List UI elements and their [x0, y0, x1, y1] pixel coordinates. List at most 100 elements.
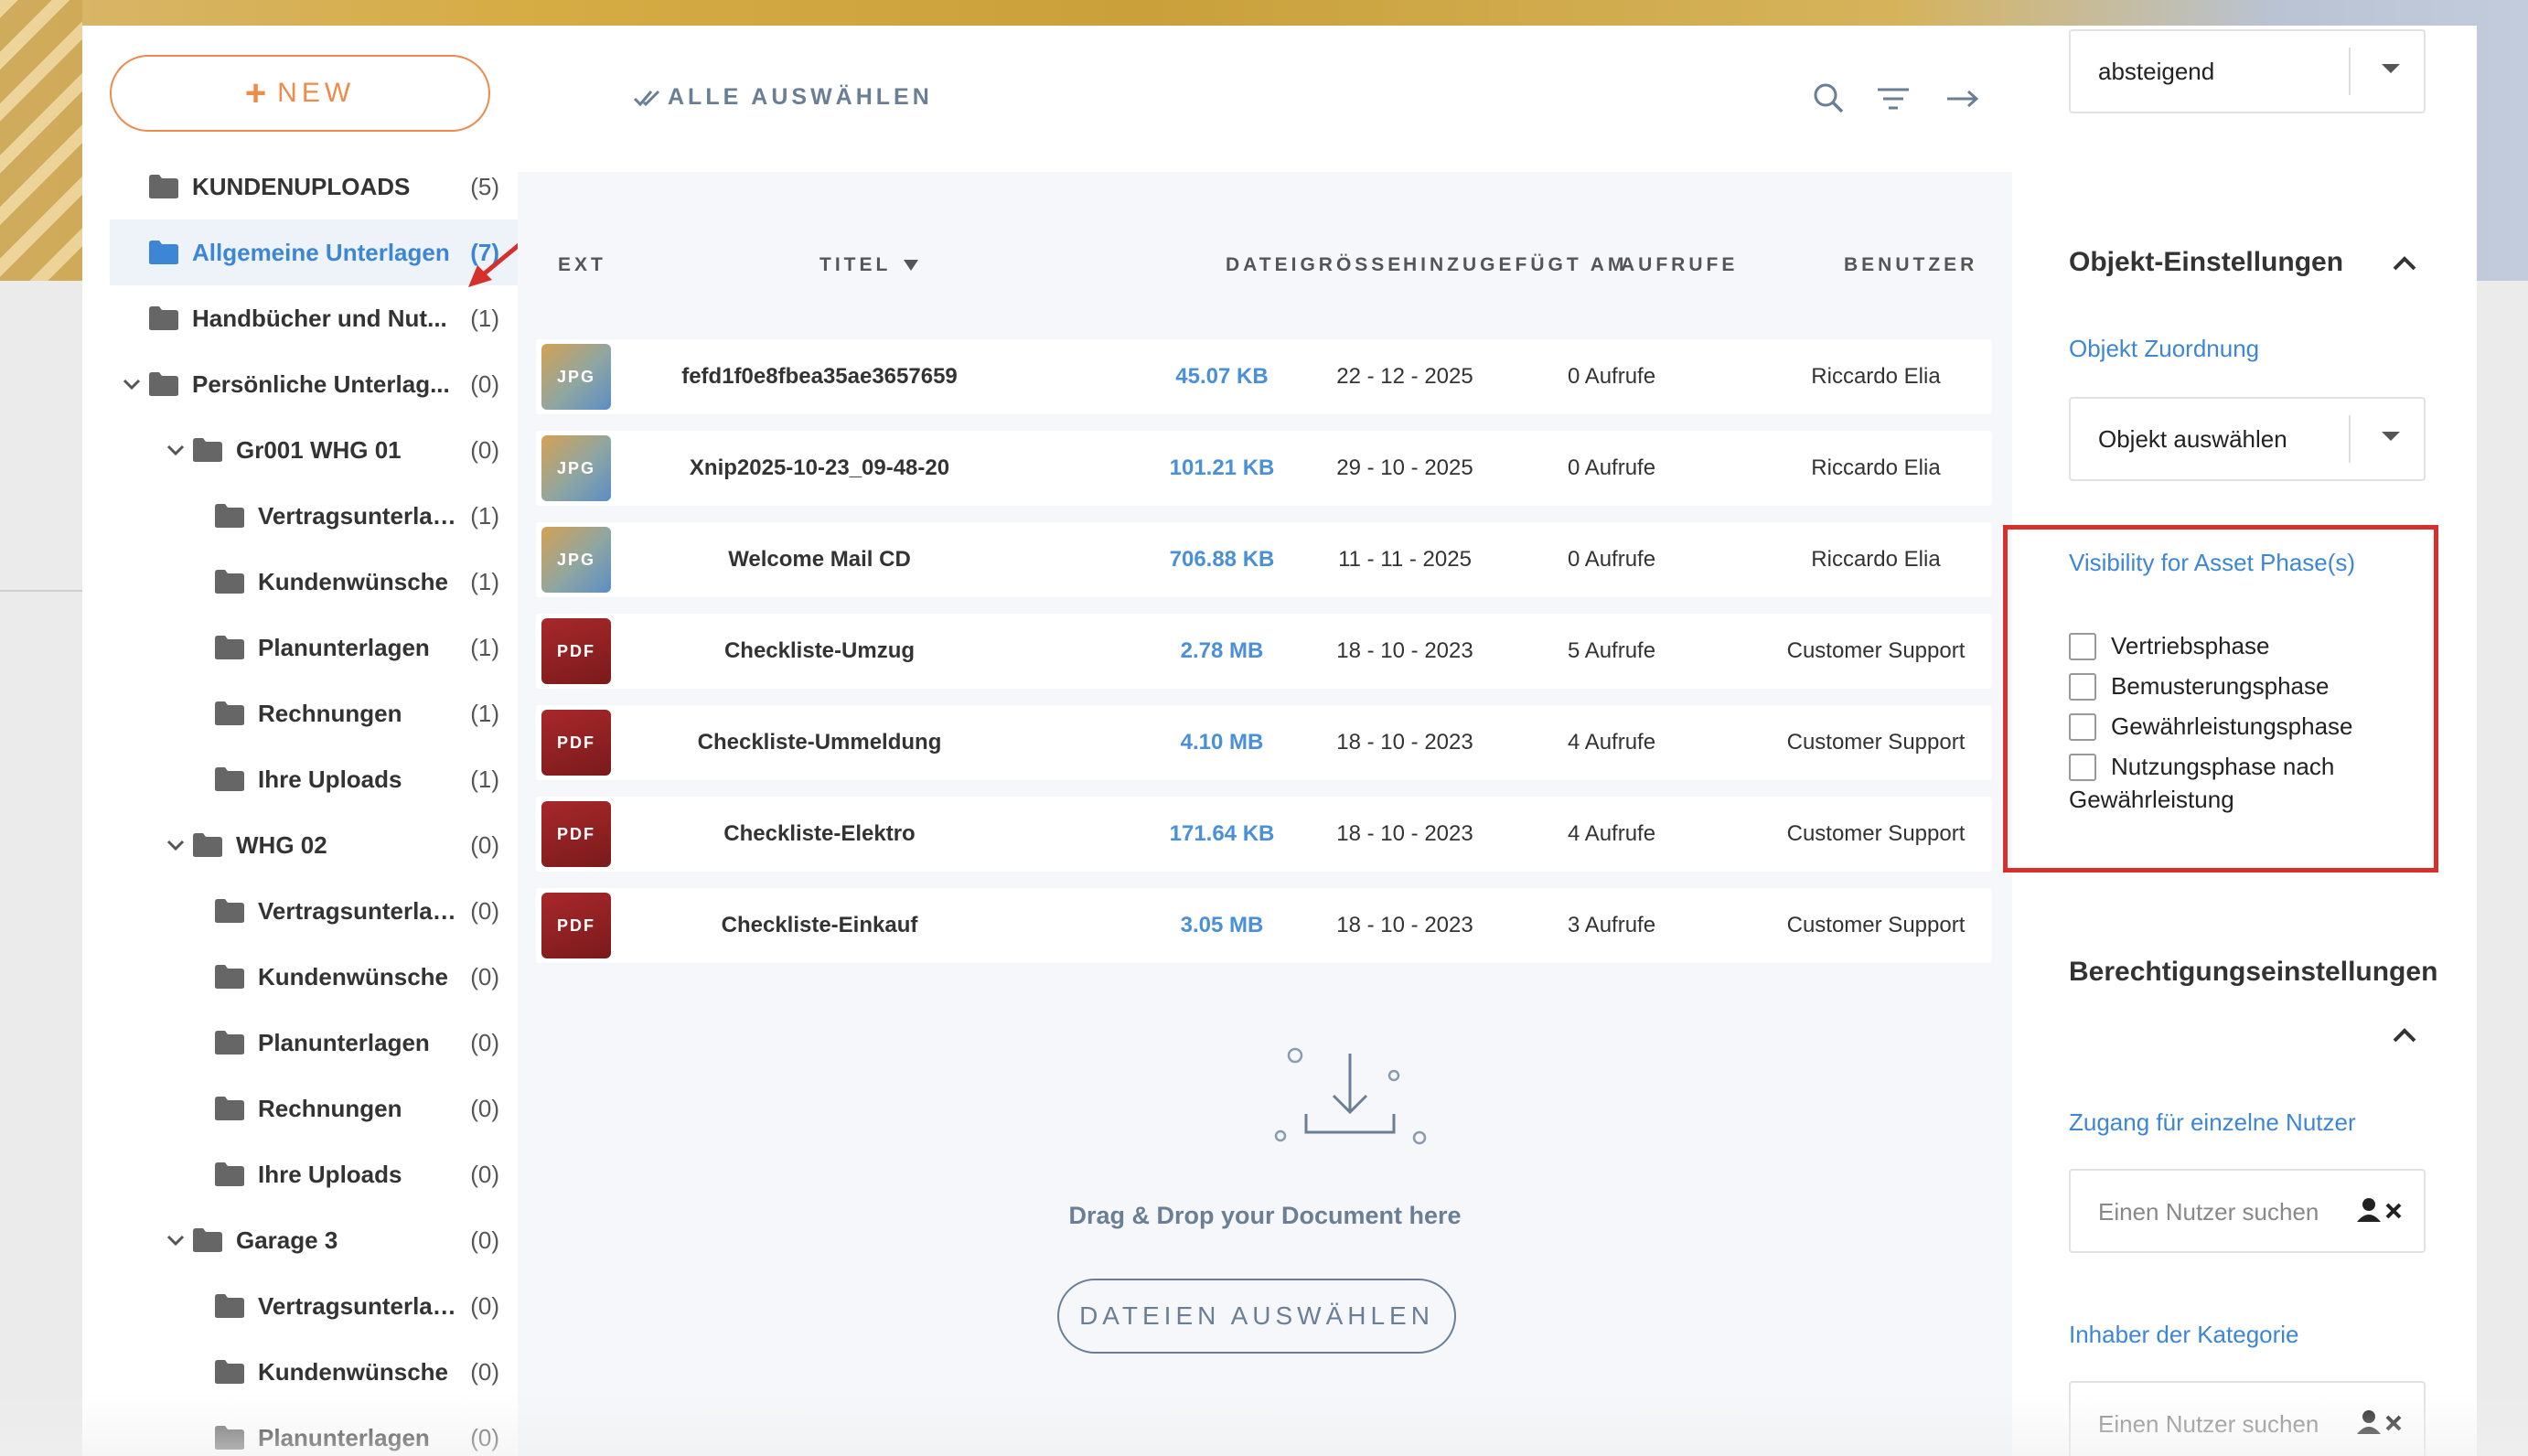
search-icon[interactable] — [1811, 80, 1848, 117]
column-header-user: BENUTZER — [1844, 254, 1978, 275]
table-row[interactable]: PDF Checkliste-Elektro 171.64 KB 18 - 10 - … — [536, 797, 1992, 872]
file-title[interactable]: Checkliste-Elektro — [637, 797, 1002, 872]
chevron-up-icon[interactable] — [2391, 1026, 2418, 1044]
dropdown-separator — [2349, 415, 2351, 463]
select-all-button[interactable]: ALLE AUSWÄHLEN — [633, 84, 933, 111]
folder-icon — [214, 964, 245, 990]
file-added-date: 11 - 11 - 2025 — [1338, 547, 1472, 572]
file-size: 101.21 KB — [1169, 455, 1275, 480]
table-row[interactable]: PDF Checkliste-Ummeldung 4.10 MB 18 - 10 - … — [536, 705, 1992, 780]
sidebar-folder-label: Planunterlagen — [258, 1423, 430, 1451]
sidebar-folder-item[interactable]: Vertragsunterlag... (1) — [110, 483, 518, 549]
chevron-up-icon[interactable] — [2391, 254, 2418, 273]
file-added-date: 18 - 10 - 2023 — [1336, 913, 1473, 937]
visibility-highlight-box — [2003, 525, 2438, 873]
user-search-box — [2069, 1169, 2426, 1253]
sidebar-folder-item[interactable]: WHG 02 (0) — [110, 812, 518, 878]
arrow-right-icon[interactable] — [1944, 80, 1981, 117]
sidebar-folder-count: (0) — [470, 1357, 499, 1386]
file-added-date: 18 - 10 - 2023 — [1336, 638, 1473, 663]
sidebar-folder-count: (0) — [470, 1423, 499, 1451]
sidebar-folder-item[interactable]: Planunterlagen (0) — [110, 1010, 518, 1076]
table-row[interactable]: JPG Xnip2025-10-23_09-48-20 101.21 KB 29 - … — [536, 431, 1992, 506]
sidebar-folder-item[interactable]: Allgemeine Unterlagen (7) — [110, 219, 518, 285]
sidebar-folder-item[interactable]: Ihre Uploads (1) — [110, 746, 518, 812]
folder-icon — [214, 1030, 245, 1055]
file-title[interactable]: Xnip2025-10-23_09-48-20 — [637, 431, 1002, 506]
sidebar-folder-count: (0) — [470, 1160, 499, 1188]
sidebar-folder-item[interactable]: Gr001 WHG 01 (0) — [110, 417, 518, 483]
file-user: Riccardo Elia — [1811, 364, 1941, 389]
chevron-down-icon[interactable] — [165, 439, 187, 461]
file-size: 4.10 MB — [1180, 730, 1264, 755]
file-size: 45.07 KB — [1175, 364, 1269, 389]
sidebar-folder-item[interactable]: Planunterlagen (1) — [110, 615, 518, 680]
sidebar-folder-item[interactable]: Rechnungen (1) — [110, 680, 518, 746]
new-button[interactable]: + NEW — [110, 55, 490, 132]
sidebar-folder-item[interactable]: Rechnungen (0) — [110, 1076, 518, 1141]
sidebar-folder-count: (0) — [470, 962, 499, 990]
folder-icon — [192, 437, 223, 463]
sidebar-folder-item[interactable]: Planunterlagen (0) — [110, 1405, 518, 1456]
file-title[interactable]: fefd1f0e8fbea35ae3657659 — [637, 339, 1002, 414]
file-size: 171.64 KB — [1169, 821, 1275, 846]
user-remove-icon[interactable] — [2354, 1408, 2405, 1438]
table-row[interactable]: JPG fefd1f0e8fbea35ae3657659 45.07 KB 22 - … — [536, 339, 1992, 414]
file-type-badge: PDF — [541, 801, 611, 867]
plus-icon: + — [244, 72, 267, 113]
filter-icon[interactable] — [1875, 80, 1912, 117]
file-added-date: 18 - 10 - 2023 — [1336, 730, 1473, 755]
file-user: Riccardo Elia — [1811, 455, 1941, 480]
folder-icon — [214, 898, 245, 924]
sidebar-folder-item[interactable]: Garage 3 (0) — [110, 1207, 518, 1273]
table-row[interactable]: PDF Checkliste-Einkauf 3.05 MB 18 - 10 - 20… — [536, 888, 1992, 963]
select-files-button[interactable]: DATEIEN AUSWÄHLEN — [1057, 1279, 1456, 1354]
folder-icon — [214, 635, 245, 660]
owner-search-input[interactable] — [2098, 1403, 2345, 1445]
file-type-badge: JPG — [541, 435, 611, 501]
sidebar-folder-item[interactable]: Kundenwünsche (0) — [110, 1339, 518, 1405]
folder-icon — [214, 1359, 245, 1385]
column-header-title[interactable]: TITEL — [819, 254, 919, 276]
sidebar-folder-count: (0) — [470, 1094, 499, 1122]
sidebar-folder-count: (1) — [470, 633, 499, 661]
sidebar-folder-label: Garage 3 — [236, 1226, 338, 1254]
chevron-down-icon[interactable] — [165, 834, 187, 856]
sidebar-folder-item[interactable]: Kundenwünsche (1) — [110, 549, 518, 615]
sidebar-folder-item[interactable]: Vertragsunterlag... (0) — [110, 878, 518, 944]
file-views: 3 Aufrufe — [1568, 913, 1656, 937]
file-title[interactable]: Checkliste-Einkauf — [637, 888, 1002, 963]
file-views: 4 Aufrufe — [1568, 821, 1656, 846]
file-title[interactable]: Checkliste-Ummeldung — [637, 705, 1002, 780]
dropdown-separator — [2349, 48, 2351, 95]
sidebar-folder-item[interactable]: Persönliche Unterlag... (0) — [110, 351, 518, 417]
folder-icon — [148, 305, 179, 331]
file-views: 4 Aufrufe — [1568, 730, 1656, 755]
object-select-value: Objekt auswählen — [2098, 424, 2287, 453]
sidebar-folder-label: Ihre Uploads — [258, 765, 402, 793]
table-row[interactable]: JPG Welcome Mail CD 706.88 KB 11 - 11 - 202… — [536, 522, 1992, 597]
file-user: Customer Support — [1786, 821, 1966, 846]
sidebar-folder-count: (1) — [470, 501, 499, 530]
sidebar-folder-item[interactable]: Ihre Uploads (0) — [110, 1141, 518, 1207]
file-title[interactable]: Welcome Mail CD — [637, 522, 1002, 597]
user-remove-icon[interactable] — [2354, 1196, 2405, 1226]
sidebar-folder-item[interactable]: KUNDENUPLOADS (5) — [110, 154, 518, 219]
sidebar-folder-count: (0) — [470, 896, 499, 925]
user-search-input[interactable] — [2098, 1191, 2345, 1233]
sidebar-folder-label: Allgemeine Unterlagen — [192, 238, 450, 266]
chevron-down-icon[interactable] — [165, 1229, 187, 1251]
sort-order-dropdown[interactable]: absteigend — [2069, 29, 2426, 113]
file-title[interactable]: Checkliste-Umzug — [637, 614, 1002, 689]
folder-icon — [148, 240, 179, 265]
table-row[interactable]: PDF Checkliste-Umzug 2.78 MB 18 - 10 - 2023… — [536, 614, 1992, 689]
sidebar-folder-item[interactable]: Kundenwünsche (0) — [110, 944, 518, 1010]
chevron-down-icon[interactable] — [121, 373, 143, 395]
select-all-label: ALLE AUSWÄHLEN — [668, 84, 933, 110]
object-select-dropdown[interactable]: Objekt auswählen — [2069, 397, 2426, 481]
sidebar-folder-item[interactable]: Vertragsunterlag... (0) — [110, 1273, 518, 1339]
sidebar-folder-label: Rechnungen — [258, 1094, 402, 1122]
folder-icon — [214, 1293, 245, 1319]
sidebar-folder-item[interactable]: Handbücher und Nut... (1) — [110, 285, 518, 351]
owner-search-box — [2069, 1381, 2426, 1456]
